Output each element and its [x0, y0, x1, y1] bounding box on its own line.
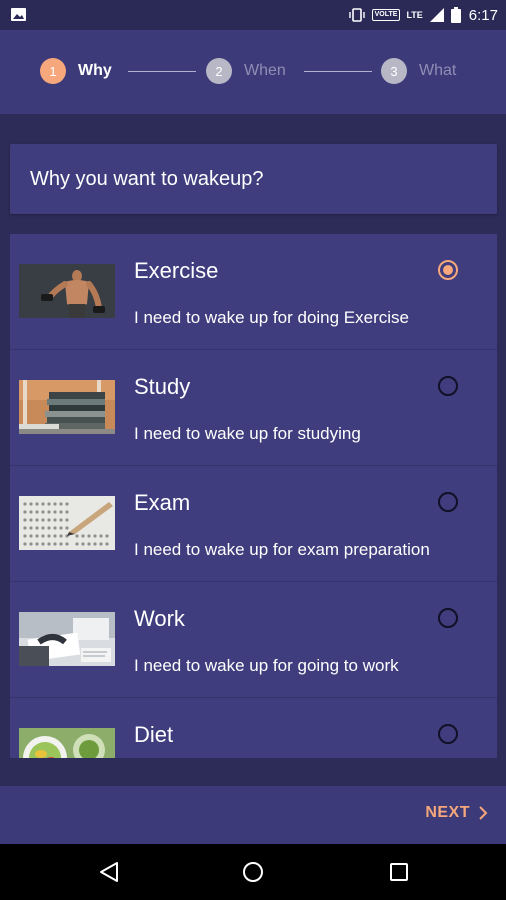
vibrate-icon [348, 8, 365, 22]
chevron-right-icon [479, 806, 488, 820]
step-why[interactable]: 1 Why [40, 58, 112, 84]
radio-button[interactable] [438, 608, 458, 628]
options-list[interactable]: Exercise I need to wake up for doing Exe… [10, 234, 497, 758]
option-title: Exercise [134, 258, 219, 283]
stepper: 1 Why 2 When 3 What [0, 30, 506, 114]
option-work[interactable]: Work I need to wake up for going to work [10, 582, 497, 698]
question-text: Why you want to wakeup? [30, 168, 264, 190]
home-icon[interactable] [241, 860, 265, 884]
step-when[interactable]: 2 When [206, 58, 286, 84]
footer-bar: NEXT [0, 786, 506, 844]
lte-indicator: LTE [406, 9, 423, 20]
step-number: 1 [40, 58, 66, 84]
step-label: Why [78, 62, 112, 79]
option-title: Exam [134, 490, 191, 515]
option-study[interactable]: Study I need to wake up for studying [10, 350, 497, 466]
step-number: 2 [206, 58, 232, 84]
back-icon[interactable] [97, 860, 121, 884]
step-what[interactable]: 3 What [381, 58, 456, 84]
salad-photo [19, 728, 115, 758]
navigation-bar [0, 844, 506, 900]
exercise-photo [19, 264, 115, 318]
option-description: I need to wake up for going to work [134, 656, 399, 675]
radio-button[interactable] [438, 492, 458, 512]
option-diet[interactable]: Diet [10, 698, 497, 758]
option-description: I need to wake up for doing Exercise [134, 308, 409, 327]
step-connector [128, 71, 196, 72]
option-title: Study [134, 374, 191, 399]
option-description: I need to wake up for exam preparation [134, 540, 430, 559]
option-exam[interactable]: Exam I need to wake up for exam preparat… [10, 466, 497, 582]
question-card: Why you want to wakeup? [10, 144, 497, 214]
answer-sheet-photo [19, 496, 115, 550]
step-label: What [419, 62, 457, 79]
option-title: Diet [134, 722, 174, 747]
battery-icon [450, 7, 461, 23]
next-label: NEXT [425, 804, 470, 821]
radio-button[interactable] [438, 376, 458, 396]
recents-icon[interactable] [387, 860, 411, 884]
books-photo [19, 380, 115, 434]
volte-badge: VOLTE [371, 9, 401, 21]
status-bar: VOLTE LTE 6:17 [0, 0, 506, 30]
radio-button[interactable] [438, 724, 458, 744]
next-button[interactable]: NEXT [425, 804, 488, 822]
option-title: Work [134, 606, 185, 631]
office-desk-photo [19, 612, 115, 666]
status-time: 6:17 [468, 6, 498, 24]
step-number: 3 [381, 58, 407, 84]
option-description: I need to wake up for studying [134, 424, 361, 443]
image-icon [11, 8, 26, 21]
step-connector [304, 71, 372, 72]
signal-icon [429, 8, 444, 22]
screen: VOLTE LTE 6:17 1 Why 2 When 3 What Why y… [0, 0, 506, 900]
option-exercise[interactable]: Exercise I need to wake up for doing Exe… [10, 234, 497, 350]
step-label: When [244, 62, 286, 79]
radio-button[interactable] [438, 260, 458, 280]
